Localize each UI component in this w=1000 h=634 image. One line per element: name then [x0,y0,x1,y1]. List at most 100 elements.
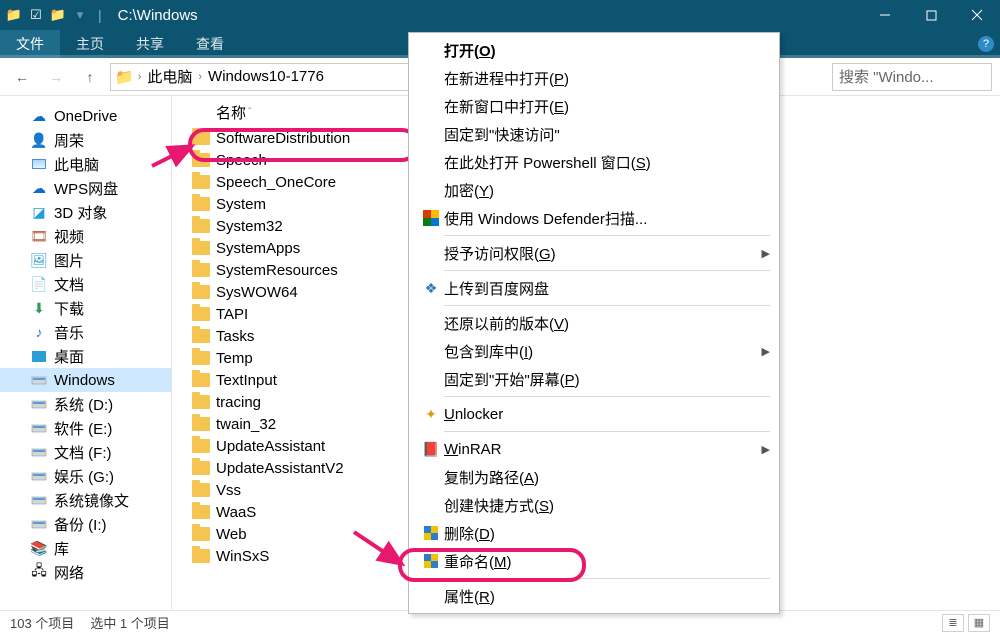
menu-item-icon: ✦ [418,406,444,423]
tree-item[interactable]: ♪音乐 [0,320,171,344]
context-menu-item[interactable]: ✦Unlocker [410,400,778,428]
file-name: Tasks [216,328,254,345]
menu-item-label: 在此处打开 Powershell 窗口(S) [444,152,770,173]
file-name: System32 [216,218,283,235]
folder-icon [192,307,210,321]
folder-icon-small: 📁 [50,7,66,23]
menu-item-label: 打开(O) [444,40,770,61]
menu-item-label: 重命名(M) [444,551,770,572]
chevron-right-icon[interactable]: › [138,71,142,83]
help-button[interactable]: ? [972,30,1000,58]
menu-item-label: 在新窗口中打开(E) [444,96,770,117]
folder-icon [192,505,210,519]
tree-item[interactable]: 娱乐 (G:) [0,464,171,488]
tree-item-label: 图片 [54,250,84,271]
context-menu-item[interactable]: 打开(O) [410,36,778,64]
menu-separator [444,396,770,397]
context-menu-item[interactable]: 固定到"快速访问" [410,120,778,148]
breadcrumb-item[interactable]: 此电脑 [145,66,194,87]
tree-item[interactable]: Windows [0,368,171,392]
folder-icon [192,175,210,189]
tree-item[interactable]: 备份 (I:) [0,512,171,536]
folder-icon [192,285,210,299]
context-menu: 打开(O) 在新进程中打开(P) 在新窗口中打开(E) 固定到"快速访问" 在此处打开 … [408,32,780,614]
context-menu-item[interactable]: 在此处打开 Powershell 窗口(S) [410,148,778,176]
context-menu-item[interactable]: 删除(D) [410,519,778,547]
tab-home[interactable]: 主页 [60,30,120,58]
navigation-tree[interactable]: ☁OneDrive👤周荣此电脑☁WPS网盘◪3D 对象🎞视频🖼图片📄文档⬇下载♪… [0,96,172,610]
context-menu-item[interactable]: 📕WinRAR▶ [410,435,778,463]
folder-icon [192,241,210,255]
context-menu-item[interactable]: ❖上传到百度网盘 [410,274,778,302]
context-menu-item[interactable]: 加密(Y) [410,176,778,204]
menu-item-label: 上传到百度网盘 [444,278,770,299]
chevron-right-icon[interactable]: › [198,71,202,83]
tree-item-label: 备份 (I:) [54,514,107,535]
tab-view[interactable]: 查看 [180,30,240,58]
menu-item-label: WinRAR [444,441,762,458]
context-menu-item[interactable]: 在新窗口中打开(E) [410,92,778,120]
titlebar: 📁 ☑ 📁 ▾ | C:\Windows [0,0,1000,30]
file-name: TextInput [216,372,277,389]
tree-item-label: 3D 对象 [54,202,107,223]
file-name: SoftwareDistribution [216,130,350,147]
tree-item-label: Windows [54,372,115,389]
tree-item[interactable]: 软件 (E:) [0,416,171,440]
context-menu-item[interactable]: 在新进程中打开(P) [410,64,778,92]
maximize-button[interactable] [908,0,954,30]
check-icon[interactable]: ☑ [28,7,44,23]
tree-item-label: 系统镜像文 [54,490,129,511]
file-name: Temp [216,350,253,367]
search-input[interactable]: 搜索 "Windo... [832,63,992,91]
tree-item[interactable]: 桌面 [0,344,171,368]
tree-item[interactable]: 📚库 [0,536,171,560]
tree-item-label: 桌面 [54,346,84,367]
menu-separator [444,431,770,432]
tree-item-label: 周荣 [54,130,84,151]
menu-item-label: 固定到"快速访问" [444,124,770,145]
tree-item[interactable]: 📄文档 [0,272,171,296]
context-menu-item[interactable]: 重命名(M) [410,547,778,575]
annotation-arrow [352,528,412,579]
context-menu-item[interactable]: 授予访问权限(G)▶ [410,239,778,267]
tab-share[interactable]: 共享 [120,30,180,58]
selection-count: 选中 1 个项目 [90,613,169,632]
tree-item-label: 软件 (E:) [54,418,112,439]
tree-item[interactable]: 🖼图片 [0,248,171,272]
tree-item-label: 娱乐 (G:) [54,466,114,487]
tree-item[interactable]: 此电脑 [0,152,171,176]
tree-item[interactable]: 系统 (D:) [0,392,171,416]
context-menu-item[interactable]: 属性(R) [410,582,778,610]
tree-item[interactable]: ⬇下载 [0,296,171,320]
context-menu-item[interactable]: 固定到"开始"屏幕(P) [410,365,778,393]
view-details-button[interactable]: ≣ [942,614,964,632]
context-menu-item[interactable]: 复制为路径(A) [410,463,778,491]
tree-item[interactable]: ☁OneDrive [0,104,171,128]
menu-item-label: 创建快捷方式(S) [444,495,770,516]
tree-item[interactable]: 文档 (F:) [0,440,171,464]
file-name: tracing [216,394,261,411]
back-button[interactable]: ← [8,63,36,91]
tree-item[interactable]: 🖧网络 [0,560,171,584]
address-bar[interactable]: 📁 › 此电脑 › Windows10-1776 [110,63,450,91]
tab-file[interactable]: 文件 [0,30,60,58]
file-name: TAPI [216,306,248,323]
context-menu-item[interactable]: 使用 Windows Defender扫描... [410,204,778,232]
tree-item[interactable]: ◪3D 对象 [0,200,171,224]
context-menu-item[interactable]: 创建快捷方式(S) [410,491,778,519]
tree-item[interactable]: ☁WPS网盘 [0,176,171,200]
sort-indicator-icon: ˆ [248,107,251,118]
breadcrumb-item[interactable]: Windows10-1776 [206,68,326,85]
folder-icon [192,483,210,497]
context-menu-item[interactable]: 还原以前的版本(V) [410,309,778,337]
tree-item-label: 库 [54,538,69,559]
tree-item[interactable]: 🎞视频 [0,224,171,248]
view-thumbnails-button[interactable]: ▦ [968,614,990,632]
minimize-button[interactable] [862,0,908,30]
close-button[interactable] [954,0,1000,30]
tree-item[interactable]: 系统镜像文 [0,488,171,512]
tree-item[interactable]: 👤周荣 [0,128,171,152]
up-button[interactable]: ↑ [76,63,104,91]
context-menu-item[interactable]: 包含到库中(I)▶ [410,337,778,365]
forward-button[interactable]: → [42,63,70,91]
